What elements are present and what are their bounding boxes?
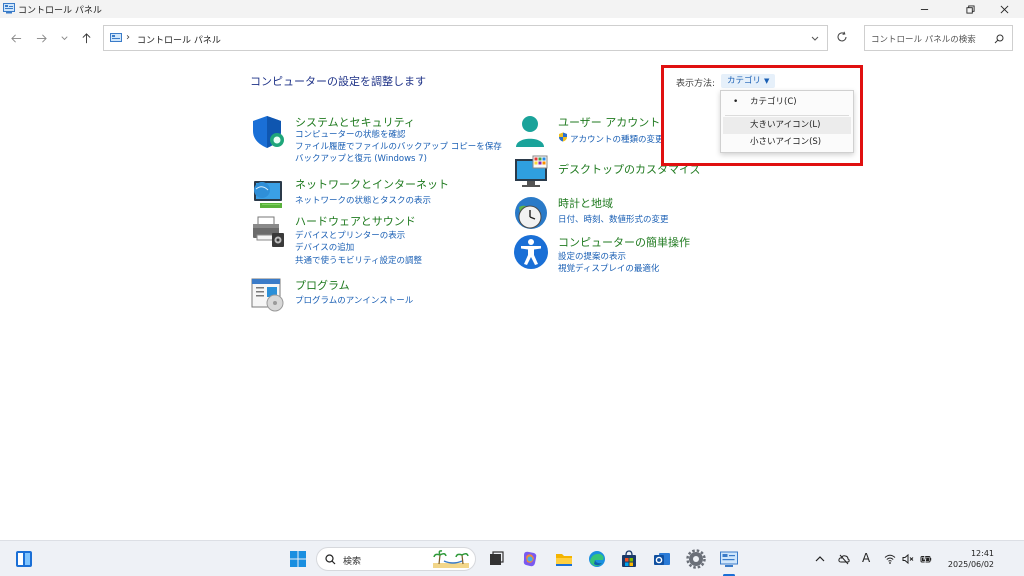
- link-devices-printers[interactable]: デバイスとプリンターの表示: [295, 229, 405, 241]
- desktop-customization-icon: [515, 155, 548, 187]
- chevron-up-icon[interactable]: [814, 553, 826, 565]
- network-globe-icon: [254, 181, 282, 208]
- link-change-account-type[interactable]: アカウントの種類の変更: [570, 133, 664, 145]
- close-button[interactable]: [984, 0, 1024, 18]
- link-file-history[interactable]: ファイル履歴でファイルのバックアップ コピーを保存: [295, 140, 502, 152]
- category-programs: プログラム プログラムのアンインストール: [250, 277, 490, 313]
- search-highlight-palm-icon: [433, 550, 469, 568]
- navigation-bar: › コントロール パネル コントロール パネルの検索: [0, 18, 1024, 58]
- system-clock[interactable]: 12:41 2025/06/02: [944, 548, 994, 570]
- category-title[interactable]: ユーザー アカウント: [558, 114, 660, 130]
- wifi-icon[interactable]: [884, 553, 896, 565]
- link-uninstall-program[interactable]: プログラムのアンインストール: [295, 294, 413, 306]
- link-recommended-settings[interactable]: 設定の提案の表示: [558, 250, 626, 262]
- arrow-left-icon: [10, 34, 21, 42]
- folder-icon: [556, 554, 572, 566]
- arrow-up-icon: [82, 32, 90, 43]
- copilot-icon: [523, 551, 537, 567]
- link-change-date-time[interactable]: 日付、時刻、数値形式の変更: [558, 213, 669, 225]
- edge-button[interactable]: [585, 547, 609, 571]
- outlook-mail-icon: [654, 553, 670, 565]
- close-icon: [1000, 5, 1008, 13]
- back-button[interactable]: [9, 31, 23, 45]
- search-input[interactable]: コントロール パネルの検索: [864, 25, 1013, 51]
- edge-browser-icon: [589, 551, 605, 567]
- file-explorer-button[interactable]: [552, 547, 576, 571]
- widgets-button[interactable]: [12, 547, 36, 571]
- title-bar: コントロール パネル: [0, 0, 1024, 18]
- link-mobility-settings[interactable]: 共通で使うモビリティ設定の調整: [295, 254, 422, 266]
- uac-shield-icon: [559, 132, 567, 142]
- minimize-icon: [920, 8, 928, 10]
- ime-indicator[interactable]: A: [862, 551, 870, 565]
- breadcrumb[interactable]: コントロール パネル: [137, 33, 221, 46]
- gear-icon: [686, 549, 706, 569]
- task-view-icon: [490, 551, 504, 565]
- settings-button[interactable]: [684, 547, 708, 571]
- task-view-button[interactable]: [484, 547, 508, 571]
- highlight-box: [661, 65, 863, 166]
- minimize-button[interactable]: [904, 0, 944, 18]
- category-hardware-sound: ハードウェアとサウンド デバイスとプリンターの表示 デバイスの追加 共通で使うモ…: [250, 213, 490, 266]
- store-button[interactable]: [617, 547, 641, 571]
- address-bar[interactable]: › コントロール パネル: [103, 25, 828, 51]
- breadcrumb-separator: ›: [126, 32, 130, 43]
- recent-locations-button[interactable]: [57, 31, 71, 45]
- chevron-down-icon: [60, 35, 68, 40]
- taskbar-search-input[interactable]: 検索: [316, 547, 476, 571]
- taskbar: 検索 A 12:41 2025/06/02: [0, 540, 1024, 576]
- control-panel-icon: [720, 551, 738, 567]
- category-title[interactable]: コンピューターの簡単操作: [558, 234, 690, 250]
- restore-icon: [965, 4, 975, 14]
- widgets-icon: [16, 551, 32, 567]
- copilot-button[interactable]: [518, 547, 542, 571]
- category-clock-region: 時計と地域 日付、時刻、数値形式の変更: [513, 195, 713, 231]
- category-ease-of-access: コンピューターの簡単操作 設定の提案の表示 視覚ディスプレイの最適化: [513, 234, 713, 274]
- speaker-muted-icon[interactable]: [902, 553, 914, 565]
- programs-icon: [251, 278, 284, 312]
- outlook-button[interactable]: [650, 547, 674, 571]
- clock-date: 2025/06/02: [947, 560, 994, 569]
- start-button[interactable]: [286, 547, 310, 571]
- search-icon: [994, 34, 1004, 44]
- taskbar-search-placeholder: 検索: [343, 557, 362, 567]
- control-panel-taskbar-button[interactable]: [717, 547, 741, 571]
- link-backup-restore[interactable]: バックアップと復元 (Windows 7): [295, 152, 427, 164]
- link-optimize-display[interactable]: 視覚ディスプレイの最適化: [558, 262, 659, 274]
- accessibility-icon: [514, 235, 548, 269]
- clock-time: 12:41: [970, 549, 994, 558]
- refresh-icon[interactable]: [836, 31, 848, 43]
- arrow-right-icon: [36, 34, 47, 42]
- user-account-icon: [516, 116, 544, 147]
- link-check-status[interactable]: コンピューターの状態を確認: [295, 128, 406, 140]
- security-shield-icon: [253, 116, 284, 148]
- search-placeholder: コントロール パネルの検索: [871, 35, 976, 45]
- category-network-internet: ネットワークとインターネット ネットワークの状態とタスクの表示: [250, 176, 490, 208]
- window-title: コントロール パネル: [18, 6, 102, 16]
- link-network-status[interactable]: ネットワークの状態とタスクの表示: [295, 194, 431, 206]
- battery-charging-icon[interactable]: [920, 553, 932, 565]
- category-system-security: システムとセキュリティ コンピューターの状態を確認 ファイル履歴でファイルのバッ…: [250, 114, 502, 164]
- category-title[interactable]: 時計と地域: [558, 195, 613, 211]
- printer-icon: [253, 216, 284, 247]
- control-panel-icon: [110, 33, 122, 42]
- category-title[interactable]: ハードウェアとサウンド: [295, 213, 416, 229]
- category-title[interactable]: ネットワークとインターネット: [295, 176, 449, 192]
- clock-globe-icon: [515, 197, 547, 229]
- cloud-offline-icon[interactable]: [838, 553, 850, 565]
- forward-button[interactable]: [34, 31, 48, 45]
- store-bag-icon: [622, 550, 636, 567]
- up-button[interactable]: [79, 31, 93, 45]
- windows-logo-icon: [290, 551, 306, 567]
- control-panel-icon: [3, 3, 15, 14]
- page-title: コンピューターの設定を調整します: [250, 75, 426, 88]
- link-add-device[interactable]: デバイスの追加: [295, 241, 354, 253]
- category-title[interactable]: プログラム: [295, 277, 350, 293]
- chevron-down-icon[interactable]: [810, 34, 820, 44]
- search-icon: [325, 554, 336, 565]
